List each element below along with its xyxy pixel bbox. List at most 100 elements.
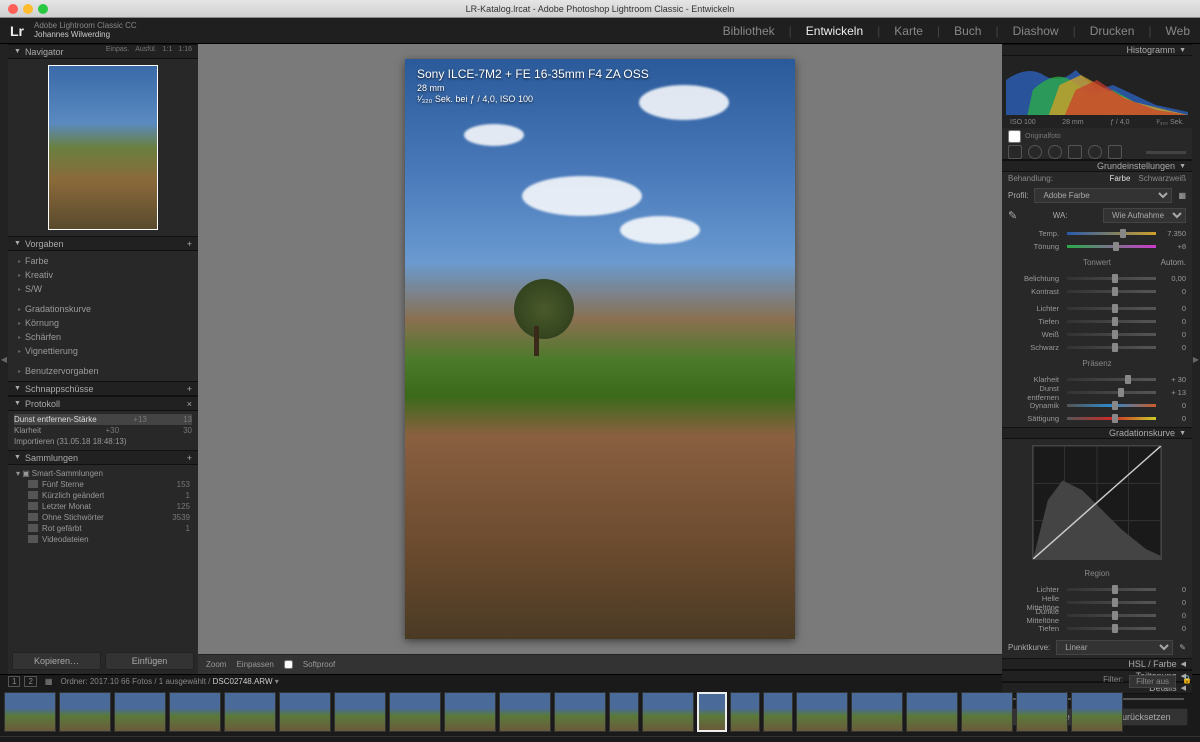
filmstrip-thumb[interactable] (444, 692, 496, 732)
tint-slider[interactable]: Tönung+8 (1008, 240, 1186, 253)
filmstrip-thumb[interactable] (730, 692, 760, 732)
hsl-header[interactable]: HSL / Farbe◀ (1002, 658, 1192, 670)
second-window-icon-2[interactable]: 2 (24, 676, 36, 687)
preset-folder-sw[interactable]: S/W (14, 282, 192, 296)
pointcurve-select[interactable]: Linear (1056, 640, 1173, 655)
collection-item[interactable]: Kürzlich geändert1 (14, 490, 192, 501)
fit-label[interactable]: Einpassen (236, 660, 273, 669)
module-web[interactable]: Web (1166, 24, 1190, 38)
filmstrip-thumb[interactable] (59, 692, 111, 732)
crop-tool-icon[interactable] (1008, 145, 1022, 159)
filmstrip-thumb[interactable] (169, 692, 221, 732)
collection-item[interactable]: Rot gefärbt1 (14, 523, 192, 534)
nav-1to1[interactable]: 1:1 (163, 46, 173, 53)
curve-edit-icon[interactable]: ✎ (1179, 643, 1186, 652)
filmstrip-thumb[interactable] (642, 692, 694, 732)
close-window-icon[interactable] (8, 4, 18, 14)
treatment-bw[interactable]: Schwarzweiß (1138, 174, 1186, 183)
grid-icon[interactable]: ▦ (45, 677, 53, 686)
blacks-slider[interactable]: Schwarz0 (1008, 341, 1186, 354)
preset-folder-vignette[interactable]: Vignettierung (14, 344, 192, 358)
preset-folder-curve[interactable]: Gradationskurve (14, 302, 192, 316)
module-develop[interactable]: Entwickeln (806, 24, 863, 38)
filmstrip-thumb[interactable] (763, 692, 793, 732)
tool-slider[interactable] (1146, 151, 1186, 154)
module-slideshow[interactable]: Diashow (1013, 24, 1059, 38)
temp-slider[interactable]: Temp.7.350 (1008, 227, 1186, 240)
contrast-slider[interactable]: Kontrast0 (1008, 285, 1186, 298)
eyedropper-icon[interactable]: ✎ (1008, 209, 1017, 222)
saturation-slider[interactable]: Sättigung0 (1008, 412, 1186, 425)
vibrance-slider[interactable]: Dynamik0 (1008, 399, 1186, 412)
curve-shadows-slider[interactable]: Tiefen0 (1008, 622, 1186, 635)
exposure-slider[interactable]: Belichtung0,00 (1008, 272, 1186, 285)
brush-tool-icon[interactable] (1108, 145, 1122, 159)
profile-browser-icon[interactable]: ▦ (1178, 191, 1186, 200)
history-header[interactable]: ▼Protokoll× (8, 396, 198, 411)
smart-collections-folder[interactable]: ▾ ▣ Smart-Sammlungen (14, 468, 192, 479)
wb-select[interactable]: Wie Aufnahme (1103, 208, 1186, 223)
right-panel-collapse[interactable]: ▶ (1192, 44, 1200, 674)
redeye-tool-icon[interactable] (1048, 145, 1062, 159)
auto-tone-button[interactable]: Autom. (1161, 258, 1186, 267)
preset-folder-user[interactable]: Benutzervorgaben (14, 364, 192, 378)
filmstrip-thumb[interactable] (554, 692, 606, 732)
histogram-display[interactable]: ISO 10028 mmƒ / 4,0¹⁄₃₂₀ Sek. (1002, 56, 1192, 128)
histogram-header[interactable]: Histogramm▼ (1002, 44, 1192, 56)
navigator-header[interactable]: ▼Navigator Einpas. Ausfül. 1:1 1:16 (8, 44, 198, 59)
collection-item[interactable]: Fünf Sterne153 (14, 479, 192, 490)
module-print[interactable]: Drucken (1090, 24, 1135, 38)
module-map[interactable]: Karte (894, 24, 923, 38)
collection-item[interactable]: Ohne Stichwörter3539 (14, 512, 192, 523)
basic-header[interactable]: Grundeinstellungen▼ (1002, 160, 1192, 172)
module-library[interactable]: Bibliothek (723, 24, 775, 38)
tone-curve[interactable] (1032, 445, 1162, 560)
nav-custom[interactable]: 1:16 (178, 46, 192, 53)
filmstrip[interactable] (0, 688, 1200, 736)
history-item[interactable]: Importieren (31.05.18 18:48:13) (14, 436, 192, 447)
profile-select[interactable]: Adobe Farbe (1034, 188, 1172, 203)
gradient-tool-icon[interactable] (1068, 145, 1082, 159)
softproof-checkbox[interactable] (284, 660, 293, 669)
preset-folder-sharpen[interactable]: Schärfen (14, 330, 192, 344)
filter-lock-icon[interactable]: 🔒 (1182, 675, 1192, 688)
filmstrip-thumb[interactable] (224, 692, 276, 732)
filmstrip-thumb[interactable] (1016, 692, 1068, 732)
spot-tool-icon[interactable] (1028, 145, 1042, 159)
whites-slider[interactable]: Weiß0 (1008, 328, 1186, 341)
module-book[interactable]: Buch (954, 24, 981, 38)
preset-folder-grain[interactable]: Körnung (14, 316, 192, 330)
filmstrip-thumb[interactable] (389, 692, 441, 732)
originalfoto-checkbox[interactable] (1008, 130, 1021, 143)
second-window-icon[interactable]: 1 (8, 676, 20, 687)
curve-darks-slider[interactable]: Dunkle Mitteltöne0 (1008, 609, 1186, 622)
maximize-window-icon[interactable] (38, 4, 48, 14)
minimize-window-icon[interactable] (23, 4, 33, 14)
collection-item[interactable]: Letzter Monat125 (14, 501, 192, 512)
history-item[interactable]: Klarheit+3030 (14, 425, 192, 436)
filmstrip-thumb[interactable] (114, 692, 166, 732)
filter-off-button[interactable]: Filter aus (1129, 675, 1176, 688)
filmstrip-thumb[interactable] (499, 692, 551, 732)
highlights-slider[interactable]: Lichter0 (1008, 302, 1186, 315)
filmstrip-thumb[interactable] (1071, 692, 1123, 732)
collection-item[interactable]: Videodateien (14, 534, 192, 545)
filmstrip-thumb[interactable] (961, 692, 1013, 732)
filmstrip-thumb[interactable] (851, 692, 903, 732)
photo-preview[interactable]: Sony ILCE-7M2 + FE 16-35mm F4 ZA OSS 28 … (405, 59, 795, 639)
left-panel-collapse[interactable]: ◀ (0, 44, 8, 674)
filmstrip-thumb[interactable] (334, 692, 386, 732)
filmstrip-thumb[interactable] (906, 692, 958, 732)
dehaze-slider[interactable]: Dunst entfernen+ 13 (1008, 386, 1186, 399)
snapshots-header[interactable]: ▼Schnappschüsse+ (8, 381, 198, 396)
filmstrip-thumb[interactable] (4, 692, 56, 732)
collections-header[interactable]: ▼Sammlungen+ (8, 450, 198, 465)
radial-tool-icon[interactable] (1088, 145, 1102, 159)
filmstrip-thumb-selected[interactable] (697, 692, 727, 732)
nav-fit[interactable]: Einpas. (106, 46, 129, 53)
shadows-slider[interactable]: Tiefen0 (1008, 315, 1186, 328)
navigator-preview[interactable] (8, 59, 198, 236)
filmstrip-thumb[interactable] (609, 692, 639, 732)
copy-button[interactable]: Kopieren… (12, 652, 101, 670)
tonecurve-header[interactable]: Gradationskurve▼ (1002, 427, 1192, 439)
